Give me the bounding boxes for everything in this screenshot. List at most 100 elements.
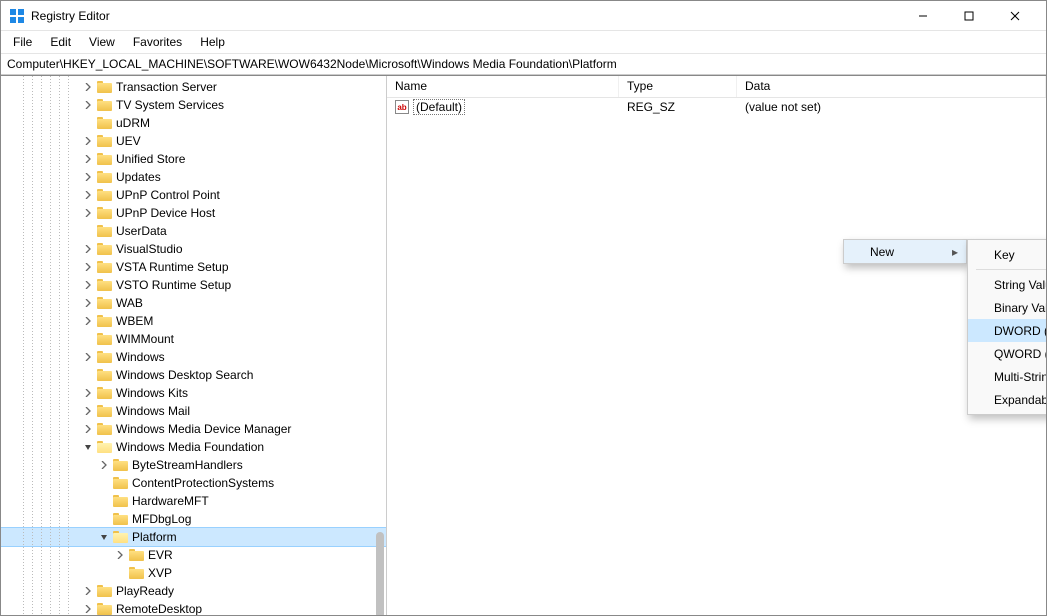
folder-icon xyxy=(112,476,128,490)
context-menu-new: New ▸ xyxy=(843,239,967,264)
list-header: Name Type Data xyxy=(387,76,1046,98)
chevron-right-icon[interactable] xyxy=(81,296,95,310)
tree-label: Unified Store xyxy=(116,152,185,166)
chevron-right-icon[interactable] xyxy=(81,278,95,292)
address-text: Computer\HKEY_LOCAL_MACHINE\SOFTWARE\WOW… xyxy=(7,57,617,71)
chevron-down-icon[interactable] xyxy=(81,440,95,454)
tree-label: UserData xyxy=(116,224,167,238)
chevron-right-icon[interactable] xyxy=(81,584,95,598)
menubar: File Edit View Favorites Help xyxy=(1,31,1046,53)
context-item[interactable]: Binary Value xyxy=(968,296,1046,319)
tree-item[interactable]: VisualStudio xyxy=(1,240,386,258)
tree-item[interactable]: HardwareMFT xyxy=(1,492,386,510)
tree-label: WIMMount xyxy=(116,332,174,346)
chevron-right-icon[interactable] xyxy=(81,350,95,364)
tree-item[interactable]: Windows Kits xyxy=(1,384,386,402)
chevron-down-icon[interactable] xyxy=(97,530,111,544)
tree-item[interactable]: UEV xyxy=(1,132,386,150)
tree-item[interactable]: UserData xyxy=(1,222,386,240)
scrollbar-thumb[interactable] xyxy=(376,532,384,615)
chevron-right-icon[interactable] xyxy=(81,152,95,166)
tree-item[interactable]: Windows xyxy=(1,348,386,366)
chevron-right-icon[interactable] xyxy=(113,548,127,562)
folder-icon xyxy=(96,116,112,130)
tree-item[interactable]: Updates xyxy=(1,168,386,186)
menu-favorites[interactable]: Favorites xyxy=(125,33,190,51)
chevron-right-icon[interactable] xyxy=(81,314,95,328)
menu-view[interactable]: View xyxy=(81,33,123,51)
folder-icon xyxy=(96,206,112,220)
tree-label: UEV xyxy=(116,134,141,148)
folder-icon xyxy=(128,566,144,580)
tree-label: VisualStudio xyxy=(116,242,183,256)
string-value-icon: ab xyxy=(395,100,409,114)
menu-file[interactable]: File xyxy=(5,33,40,51)
chevron-right-icon[interactable] xyxy=(81,602,95,615)
tree-item[interactable]: VSTO Runtime Setup xyxy=(1,276,386,294)
tree-item[interactable]: uDRM xyxy=(1,114,386,132)
tree-item[interactable]: ByteStreamHandlers xyxy=(1,456,386,474)
context-item[interactable]: DWORD (32-bit) Value xyxy=(968,319,1046,342)
menu-help[interactable]: Help xyxy=(192,33,233,51)
chevron-right-icon[interactable] xyxy=(81,170,95,184)
minimize-button[interactable] xyxy=(900,1,946,31)
tree-item[interactable]: ContentProtectionSystems xyxy=(1,474,386,492)
chevron-right-icon[interactable] xyxy=(81,260,95,274)
tree-item[interactable]: UPnP Control Point xyxy=(1,186,386,204)
chevron-right-icon[interactable] xyxy=(97,458,111,472)
context-item-new[interactable]: New ▸ xyxy=(844,240,966,263)
tree-item[interactable]: WBEM xyxy=(1,312,386,330)
tree-label: TV System Services xyxy=(116,98,224,112)
list-body[interactable]: ab(Default)REG_SZ(value not set) xyxy=(387,98,1046,615)
folder-icon xyxy=(96,386,112,400)
context-item[interactable]: String Value xyxy=(968,273,1046,296)
folder-icon xyxy=(112,530,128,544)
col-type[interactable]: Type xyxy=(619,76,737,97)
tree-label: Windows Mail xyxy=(116,404,190,418)
tree-item[interactable]: Transaction Server xyxy=(1,78,386,96)
chevron-right-icon[interactable] xyxy=(81,134,95,148)
registry-editor-window: Registry Editor File Edit View Favorites… xyxy=(0,0,1047,616)
tree-item[interactable]: Unified Store xyxy=(1,150,386,168)
chevron-right-icon[interactable] xyxy=(81,80,95,94)
folder-icon xyxy=(96,188,112,202)
tree-item[interactable]: XVP xyxy=(1,564,386,582)
context-item[interactable]: QWORD (64-bit) Value xyxy=(968,342,1046,365)
tree-label: Transaction Server xyxy=(116,80,217,94)
folder-icon xyxy=(96,350,112,364)
tree-item[interactable]: MFDbgLog xyxy=(1,510,386,528)
tree-item[interactable]: UPnP Device Host xyxy=(1,204,386,222)
tree-item[interactable]: EVR xyxy=(1,546,386,564)
col-data[interactable]: Data xyxy=(737,76,1046,97)
tree-item[interactable]: TV System Services xyxy=(1,96,386,114)
chevron-right-icon[interactable] xyxy=(81,206,95,220)
maximize-button[interactable] xyxy=(946,1,992,31)
tree-item[interactable]: Windows Mail xyxy=(1,402,386,420)
context-item[interactable]: Multi-String Value xyxy=(968,365,1046,388)
registry-tree[interactable]: Transaction Server TV System Services uDRM… xyxy=(1,78,386,615)
tree-label: ContentProtectionSystems xyxy=(132,476,274,490)
chevron-right-icon[interactable] xyxy=(81,242,95,256)
tree-item[interactable]: Platform xyxy=(1,528,386,546)
chevron-right-icon[interactable] xyxy=(81,404,95,418)
chevron-right-icon[interactable] xyxy=(81,422,95,436)
tree-item[interactable]: PlayReady xyxy=(1,582,386,600)
menu-edit[interactable]: Edit xyxy=(42,33,79,51)
tree-item[interactable]: WAB xyxy=(1,294,386,312)
chevron-right-icon[interactable] xyxy=(81,98,95,112)
col-name[interactable]: Name xyxy=(387,76,619,97)
chevron-right-icon[interactable] xyxy=(81,188,95,202)
tree-item[interactable]: Windows Media Foundation xyxy=(1,438,386,456)
tree-item[interactable]: Windows Desktop Search xyxy=(1,366,386,384)
address-bar[interactable]: Computer\HKEY_LOCAL_MACHINE\SOFTWARE\WOW… xyxy=(1,53,1046,75)
tree-item[interactable]: WIMMount xyxy=(1,330,386,348)
tree-item[interactable]: RemoteDesktop xyxy=(1,600,386,615)
chevron-right-icon[interactable] xyxy=(81,386,95,400)
value-row[interactable]: ab(Default)REG_SZ(value not set) xyxy=(387,98,1046,116)
context-item[interactable]: Expandable String Value xyxy=(968,388,1046,411)
close-button[interactable] xyxy=(992,1,1038,31)
context-item[interactable]: Key xyxy=(968,243,1046,266)
tree-item[interactable]: VSTA Runtime Setup xyxy=(1,258,386,276)
folder-icon xyxy=(96,278,112,292)
tree-item[interactable]: Windows Media Device Manager xyxy=(1,420,386,438)
